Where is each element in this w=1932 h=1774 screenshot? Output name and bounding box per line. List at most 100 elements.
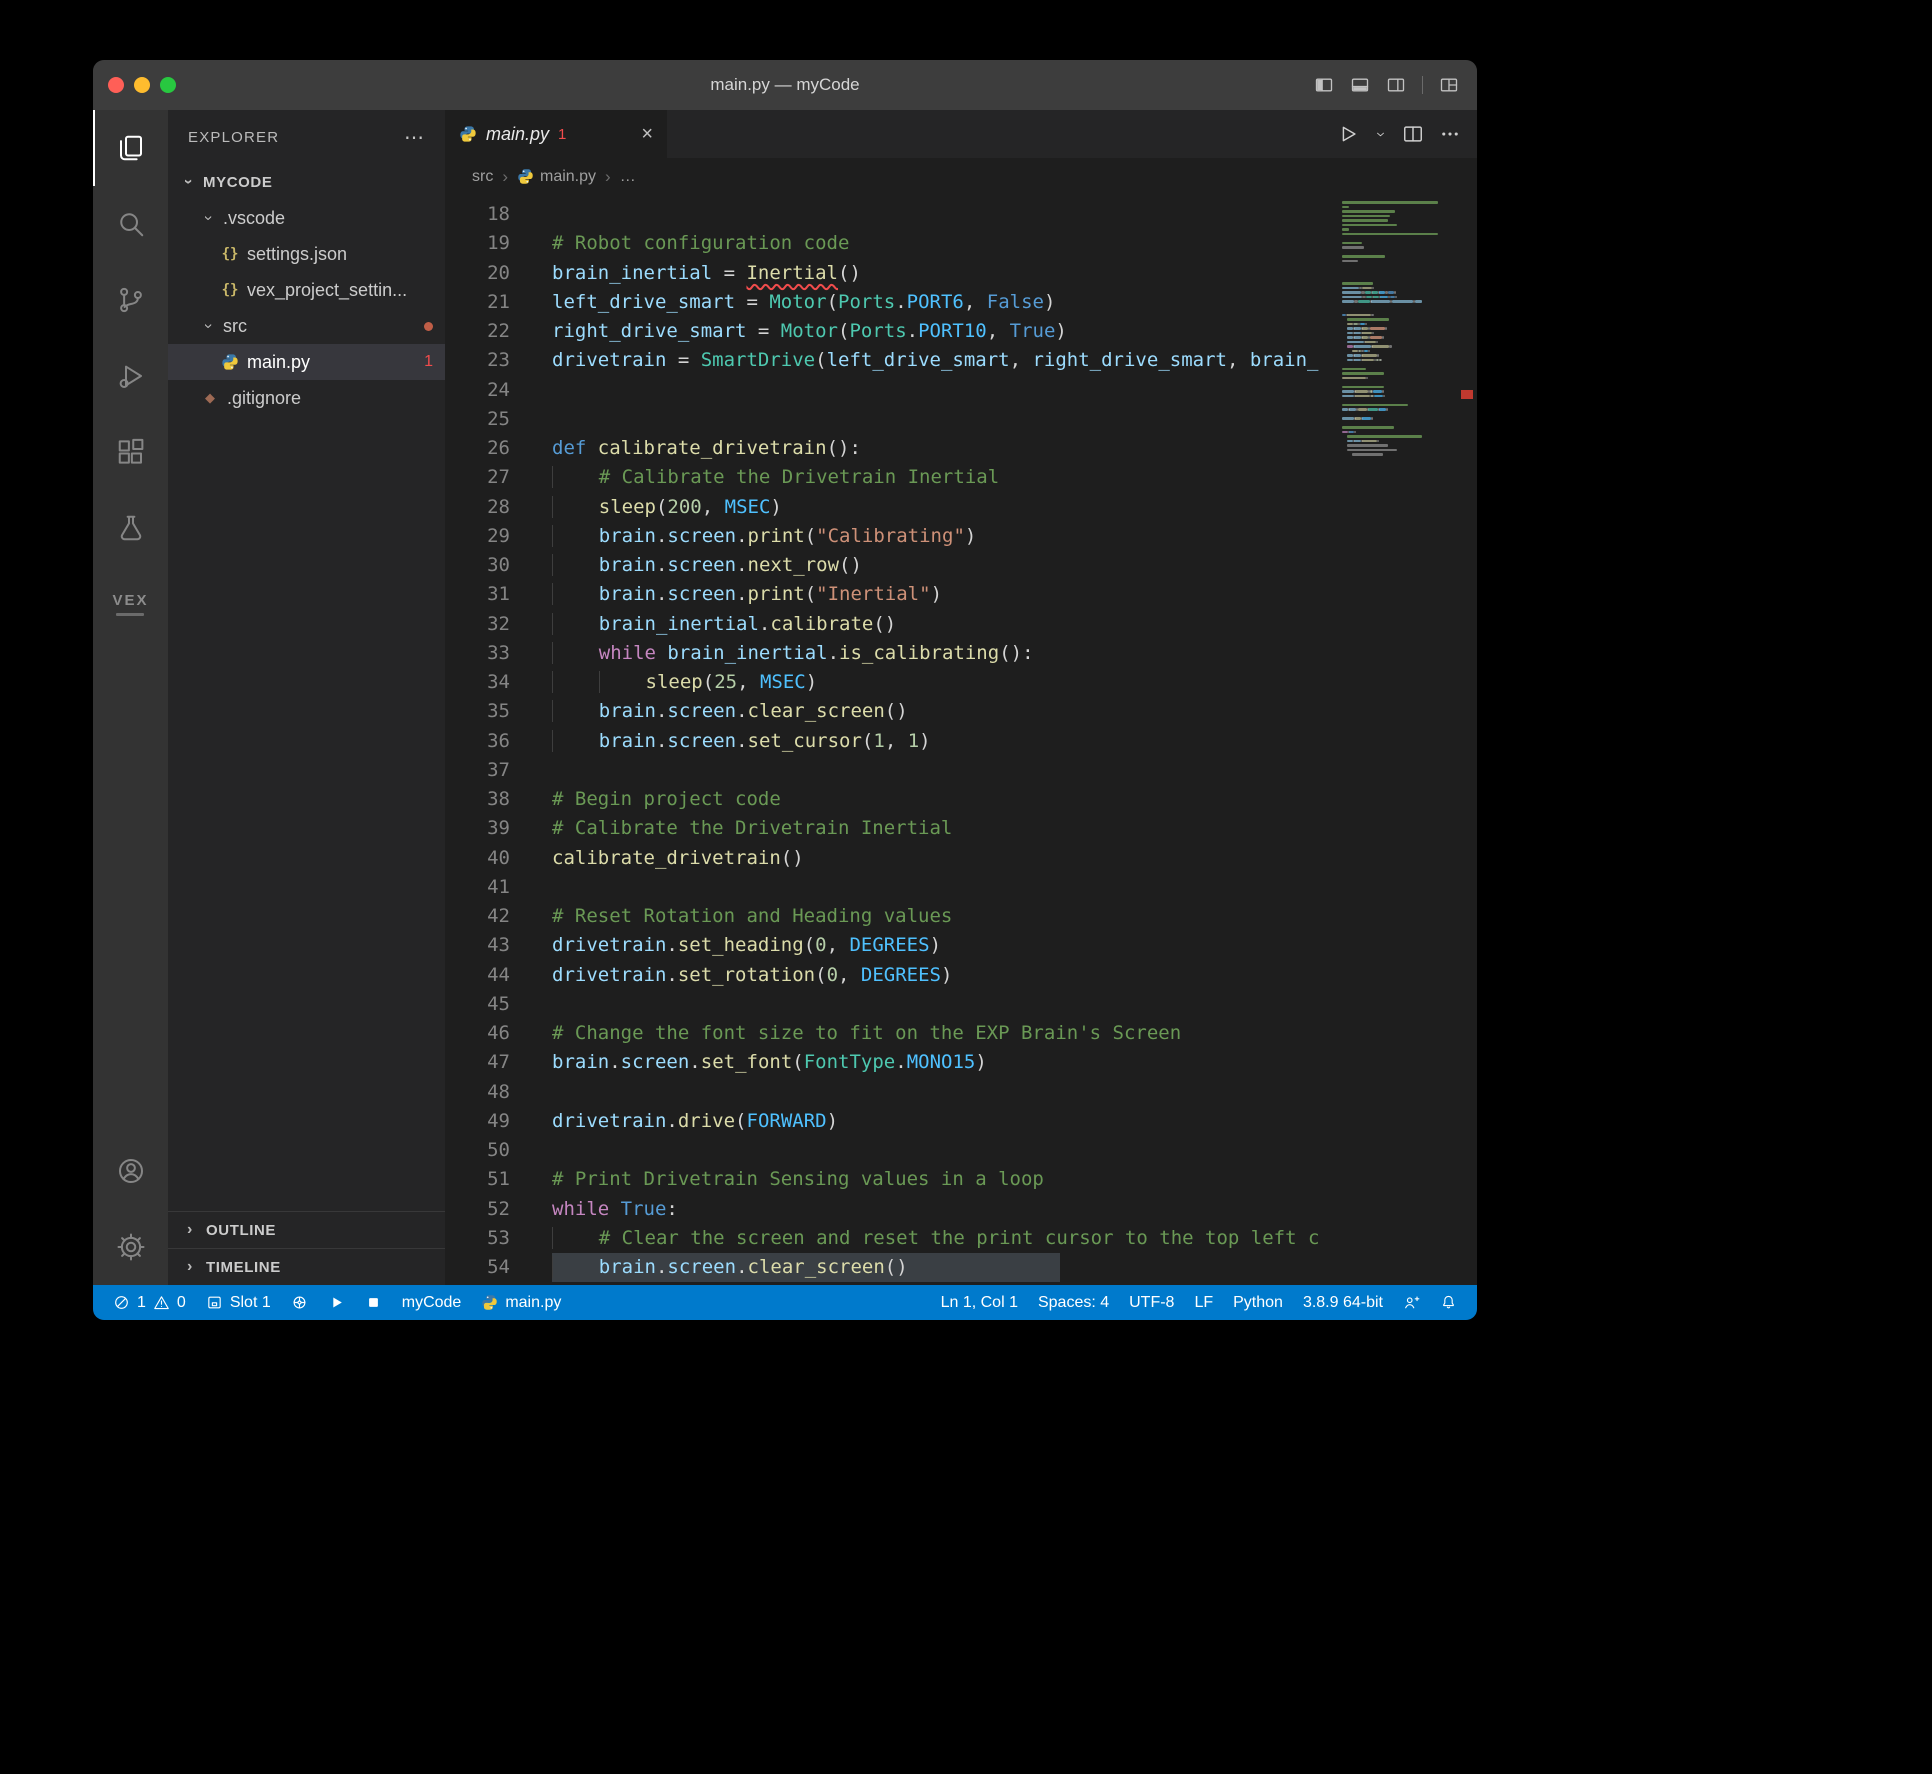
breadcrumb-src[interactable]: src <box>472 168 493 186</box>
stop-icon <box>365 1294 382 1311</box>
code-line-35[interactable]: 35 brain.screen.clear_screen() <box>445 697 1477 726</box>
code-line-27[interactable]: 27 # Calibrate the Drivetrain Inertial <box>445 463 1477 492</box>
breadcrumb--[interactable]: … <box>620 168 636 186</box>
chevron-down-icon[interactable]: › <box>199 210 217 226</box>
panel-label: OUTLINE <box>206 1222 276 1239</box>
close-tab-icon[interactable]: × <box>641 123 653 146</box>
layout-sidebar-right-icon[interactable] <box>1386 75 1406 95</box>
tab-main-py[interactable]: main.py 1 × <box>445 110 667 158</box>
code-line-29[interactable]: 29 brain.screen.print("Calibrating") <box>445 522 1477 551</box>
status-python-interpreter[interactable]: 3.8.9 64-bit <box>1293 1285 1393 1320</box>
code-line-32[interactable]: 32 brain_inertial.calibrate() <box>445 610 1477 639</box>
status-vex-brain[interactable] <box>281 1285 318 1320</box>
code-editor[interactable]: 1819# Robot configuration code20brain_in… <box>445 195 1477 1285</box>
status-problems[interactable]: 10 <box>103 1285 196 1320</box>
code-line-36[interactable]: 36 brain.screen.set_cursor(1, 1) <box>445 727 1477 756</box>
code-line-21[interactable]: 21left_drive_smart = Motor(Ports.PORT6, … <box>445 288 1477 317</box>
code-line-45[interactable]: 45 <box>445 990 1477 1019</box>
chevron-down-icon[interactable]: › <box>199 318 217 334</box>
code-line-34[interactable]: 34 sleep(25, MSEC) <box>445 668 1477 697</box>
status-vex-slot[interactable]: Slot 1 <box>196 1285 281 1320</box>
more-actions-icon[interactable]: ⋯ <box>404 125 425 150</box>
code-line-37[interactable]: 37 <box>445 756 1477 785</box>
tree-item-mycode[interactable]: ›MYCODE <box>168 164 445 200</box>
code-line-53[interactable]: 53 # Clear the screen and reset the prin… <box>445 1224 1477 1253</box>
tree-item-label: main.py <box>247 352 310 373</box>
code-line-24[interactable]: 24 <box>445 376 1477 405</box>
code-line-54[interactable]: 54 brain.screen.clear_screen() <box>445 1253 1477 1282</box>
code-line-28[interactable]: 28 sleep(200, MSEC) <box>445 493 1477 522</box>
code-line-39[interactable]: 39# Calibrate the Drivetrain Inertial <box>445 814 1477 843</box>
code-line-50[interactable]: 50 <box>445 1136 1477 1165</box>
code-line-51[interactable]: 51# Print Drivetrain Sensing values in a… <box>445 1165 1477 1194</box>
zoom-window-button[interactable] <box>160 77 176 93</box>
titlebar[interactable]: main.py — myCode <box>93 60 1477 110</box>
activity-explorer[interactable] <box>93 110 168 186</box>
minimap[interactable] <box>1337 195 1457 1285</box>
chevron-down-icon[interactable]: › <box>179 174 197 190</box>
code-line-40[interactable]: 40calibrate_drivetrain() <box>445 844 1477 873</box>
layout-panel-icon[interactable] <box>1350 75 1370 95</box>
layout-customize-icon[interactable] <box>1439 75 1459 95</box>
close-window-button[interactable] <box>108 77 124 93</box>
code-line-18[interactable]: 18 <box>445 200 1477 229</box>
code-line-30[interactable]: 30 brain.screen.next_row() <box>445 551 1477 580</box>
code-line-49[interactable]: 49drivetrain.drive(FORWARD) <box>445 1107 1477 1136</box>
status-left: 10Slot 1 myCodemain.py <box>103 1285 571 1320</box>
code-line-19[interactable]: 19# Robot configuration code <box>445 229 1477 258</box>
tree-item-settings-json[interactable]: {}settings.json <box>168 236 445 272</box>
status-feedback[interactable] <box>1393 1285 1430 1320</box>
line-content: brain_inertial.calibrate() <box>510 610 896 639</box>
activity-extensions[interactable] <box>93 414 168 490</box>
status-eol[interactable]: LF <box>1184 1285 1223 1320</box>
status-encoding[interactable]: UTF-8 <box>1119 1285 1184 1320</box>
panel-outline[interactable]: ›OUTLINE <box>168 1212 445 1248</box>
code-line-46[interactable]: 46# Change the font size to fit on the E… <box>445 1019 1477 1048</box>
code-line-26[interactable]: 26def calibrate_drivetrain(): <box>445 434 1477 463</box>
code-line-38[interactable]: 38# Begin project code <box>445 785 1477 814</box>
code-line-48[interactable]: 48 <box>445 1078 1477 1107</box>
tree-item-vscode[interactable]: ›.vscode <box>168 200 445 236</box>
status-vex-stop[interactable] <box>355 1285 392 1320</box>
tree-item-gitignore[interactable]: ◆.gitignore <box>168 380 445 416</box>
activity-testing[interactable] <box>93 490 168 566</box>
code-line-52[interactable]: 52while True: <box>445 1195 1477 1224</box>
breadcrumb-main-py[interactable]: main.py <box>517 168 596 186</box>
minimize-window-button[interactable] <box>134 77 150 93</box>
code-line-44[interactable]: 44drivetrain.set_rotation(0, DEGREES) <box>445 961 1477 990</box>
status-vex-run[interactable] <box>318 1285 355 1320</box>
code-line-20[interactable]: 20brain_inertial = Inertial() <box>445 259 1477 288</box>
activity-source-control[interactable] <box>93 262 168 338</box>
activity-vex[interactable]: VEX <box>93 566 168 642</box>
panel-timeline[interactable]: ›TIMELINE <box>168 1248 445 1285</box>
editor-more-actions-icon[interactable] <box>1439 123 1461 145</box>
code-line-42[interactable]: 42# Reset Rotation and Heading values <box>445 902 1477 931</box>
editor-scrollbar[interactable] <box>1457 195 1477 1285</box>
status-cursor-position[interactable]: Ln 1, Col 1 <box>931 1285 1028 1320</box>
status-indentation[interactable]: Spaces: 4 <box>1028 1285 1119 1320</box>
activity-search[interactable] <box>93 186 168 262</box>
line-number: 19 <box>445 229 510 258</box>
code-line-22[interactable]: 22right_drive_smart = Motor(Ports.PORT10… <box>445 317 1477 346</box>
tree-item-src[interactable]: ›src <box>168 308 445 344</box>
code-line-23[interactable]: 23drivetrain = SmartDrive(left_drive_sma… <box>445 346 1477 375</box>
status-language-mode[interactable]: Python <box>1223 1285 1293 1320</box>
code-line-33[interactable]: 33 while brain_inertial.is_calibrating()… <box>445 639 1477 668</box>
tree-item-vex-project-settin[interactable]: {}vex_project_settin... <box>168 272 445 308</box>
layout-sidebar-left-icon[interactable] <box>1314 75 1334 95</box>
run-options-icon[interactable] <box>1374 128 1387 141</box>
activity-accounts[interactable] <box>93 1133 168 1209</box>
split-editor-icon[interactable] <box>1402 123 1424 145</box>
tree-item-main-py[interactable]: main.py1 <box>168 344 445 380</box>
code-line-25[interactable]: 25 <box>445 405 1477 434</box>
status-project-name[interactable]: myCode <box>392 1285 472 1320</box>
status-active-file[interactable]: main.py <box>471 1285 571 1320</box>
code-line-43[interactable]: 43drivetrain.set_heading(0, DEGREES) <box>445 931 1477 960</box>
code-line-41[interactable]: 41 <box>445 873 1477 902</box>
status-notifications[interactable] <box>1430 1285 1467 1320</box>
code-line-31[interactable]: 31 brain.screen.print("Inertial") <box>445 580 1477 609</box>
activity-settings[interactable] <box>93 1209 168 1285</box>
run-python-file-icon[interactable] <box>1337 123 1359 145</box>
code-line-47[interactable]: 47brain.screen.set_font(FontType.MONO15) <box>445 1048 1477 1077</box>
activity-run-debug[interactable] <box>93 338 168 414</box>
